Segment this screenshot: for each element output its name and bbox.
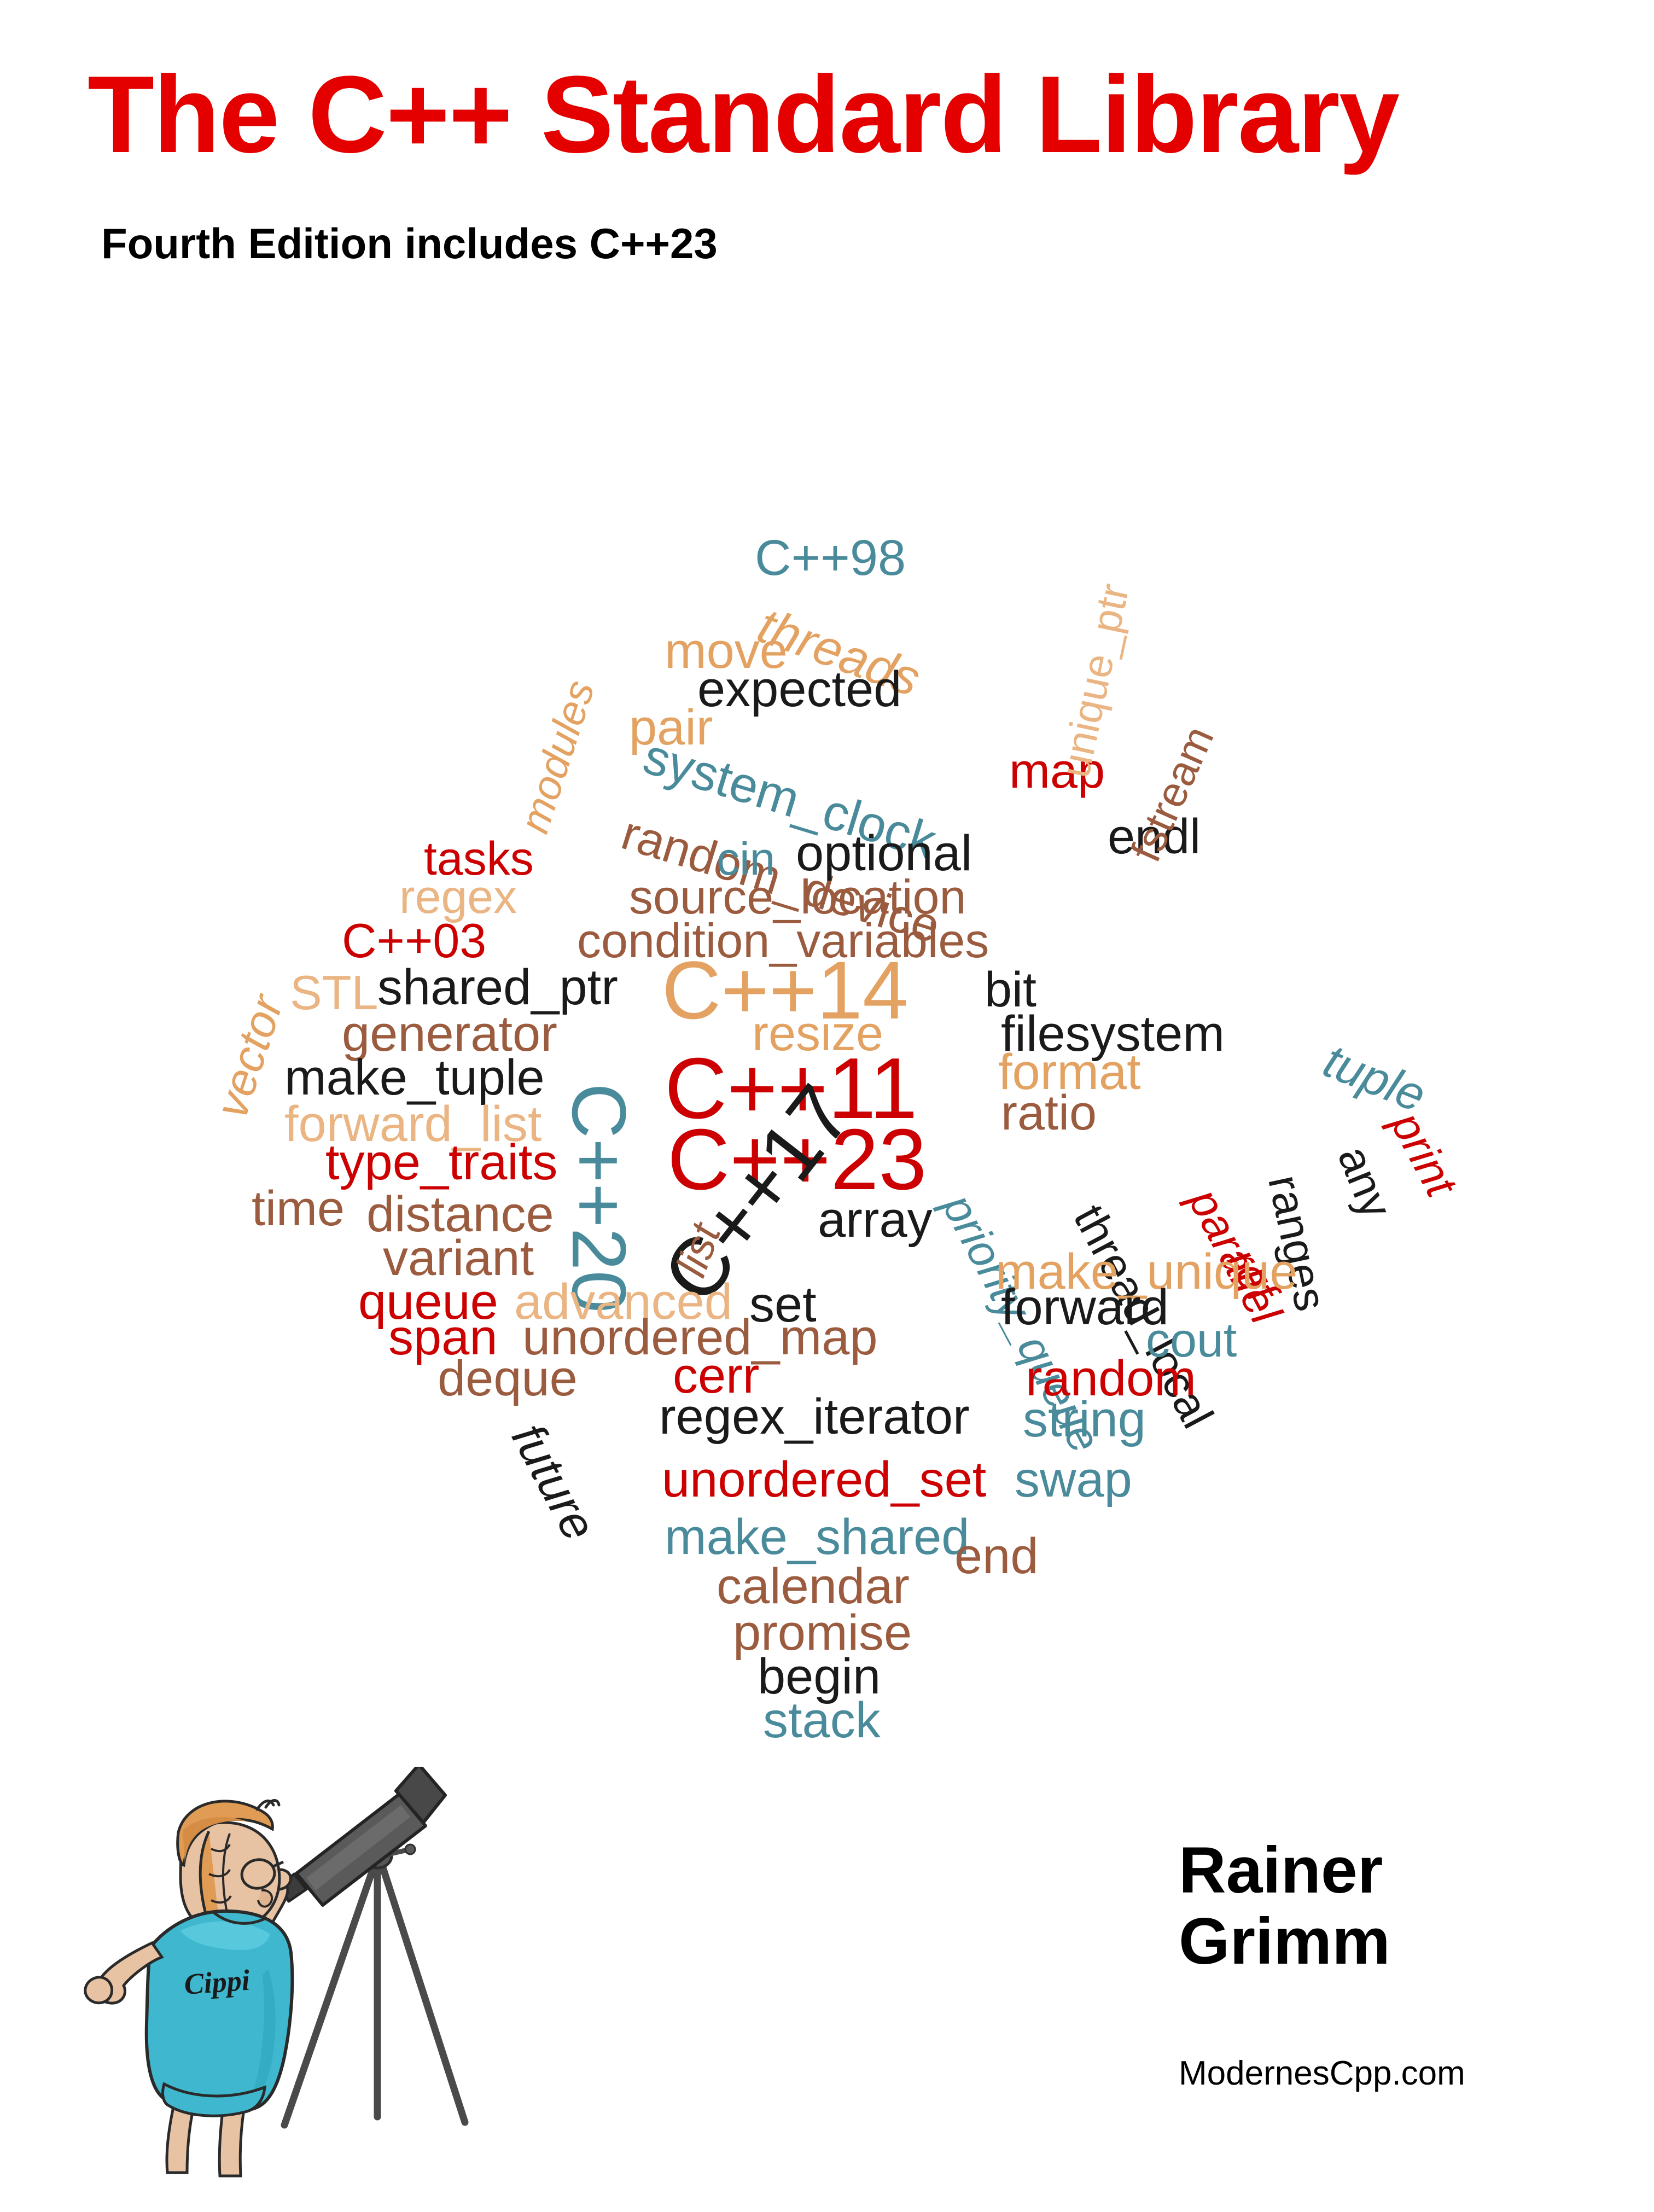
telescope xyxy=(276,1767,447,1907)
cloud-word: swap xyxy=(1015,1452,1132,1507)
cloud-word: unique_ptr xyxy=(1051,579,1138,782)
author-name: Rainer Grimm xyxy=(1179,1833,1390,1978)
cloud-word: calendar xyxy=(717,1558,910,1614)
cloud-word: vector xyxy=(205,988,293,1124)
title-block: The C++ Standard Library Fourth Edition … xyxy=(0,0,1654,306)
cloud-word: make_tuple xyxy=(284,1050,545,1105)
cloud-word: any xyxy=(1328,1139,1402,1225)
cloud-word: unordered_set xyxy=(662,1452,987,1507)
cloud-word: C++98 xyxy=(755,530,906,586)
cippi-telescope-illustration: Cippi xyxy=(49,1767,498,2182)
right-leg xyxy=(218,2105,246,2178)
cloud-word: type_traits xyxy=(325,1134,558,1190)
shirt-label: Cippi xyxy=(183,1964,251,2001)
cloud-word: regex_iterator xyxy=(659,1389,970,1445)
cloud-word: modules xyxy=(511,674,604,839)
cloud-word: stack xyxy=(763,1692,881,1748)
cloud-word: deque xyxy=(438,1351,578,1406)
cloud-word: end xyxy=(954,1528,1039,1584)
cloud-word: array xyxy=(818,1192,933,1248)
cloud-word: tuple xyxy=(1316,1033,1434,1122)
cippi-telescope-svg: Cippi xyxy=(84,1767,469,2178)
cloud-word: time xyxy=(252,1181,345,1236)
cloud-word: fstream xyxy=(1121,719,1223,869)
left-hand xyxy=(84,1976,114,2005)
word-cloud: C++98 threads move expected pair system_clock… xyxy=(0,481,1654,1838)
website-label: ModernesCpp.com xyxy=(1179,2054,1465,2092)
cloud-word: shared_ptr xyxy=(377,959,618,1015)
hair-tuft xyxy=(255,1799,281,1811)
cloud-word: make_shared xyxy=(665,1509,970,1565)
cloud-word: print xyxy=(1381,1104,1466,1204)
cloud-word: ratio xyxy=(1001,1086,1097,1140)
tripod xyxy=(281,1859,469,2129)
cloud-word: string xyxy=(1023,1392,1146,1447)
cloud-word: expected xyxy=(697,661,902,717)
cloud-word: forward xyxy=(1001,1279,1169,1335)
cloud-word: C++03 xyxy=(342,913,487,968)
book-subtitle: Fourth Edition includes C++23 xyxy=(101,219,718,267)
page-title: The C++ Standard Library xyxy=(88,54,1400,176)
cloud-word: future xyxy=(501,1414,607,1549)
book-cover: The C++ Standard Library Fourth Edition … xyxy=(0,0,1654,2212)
